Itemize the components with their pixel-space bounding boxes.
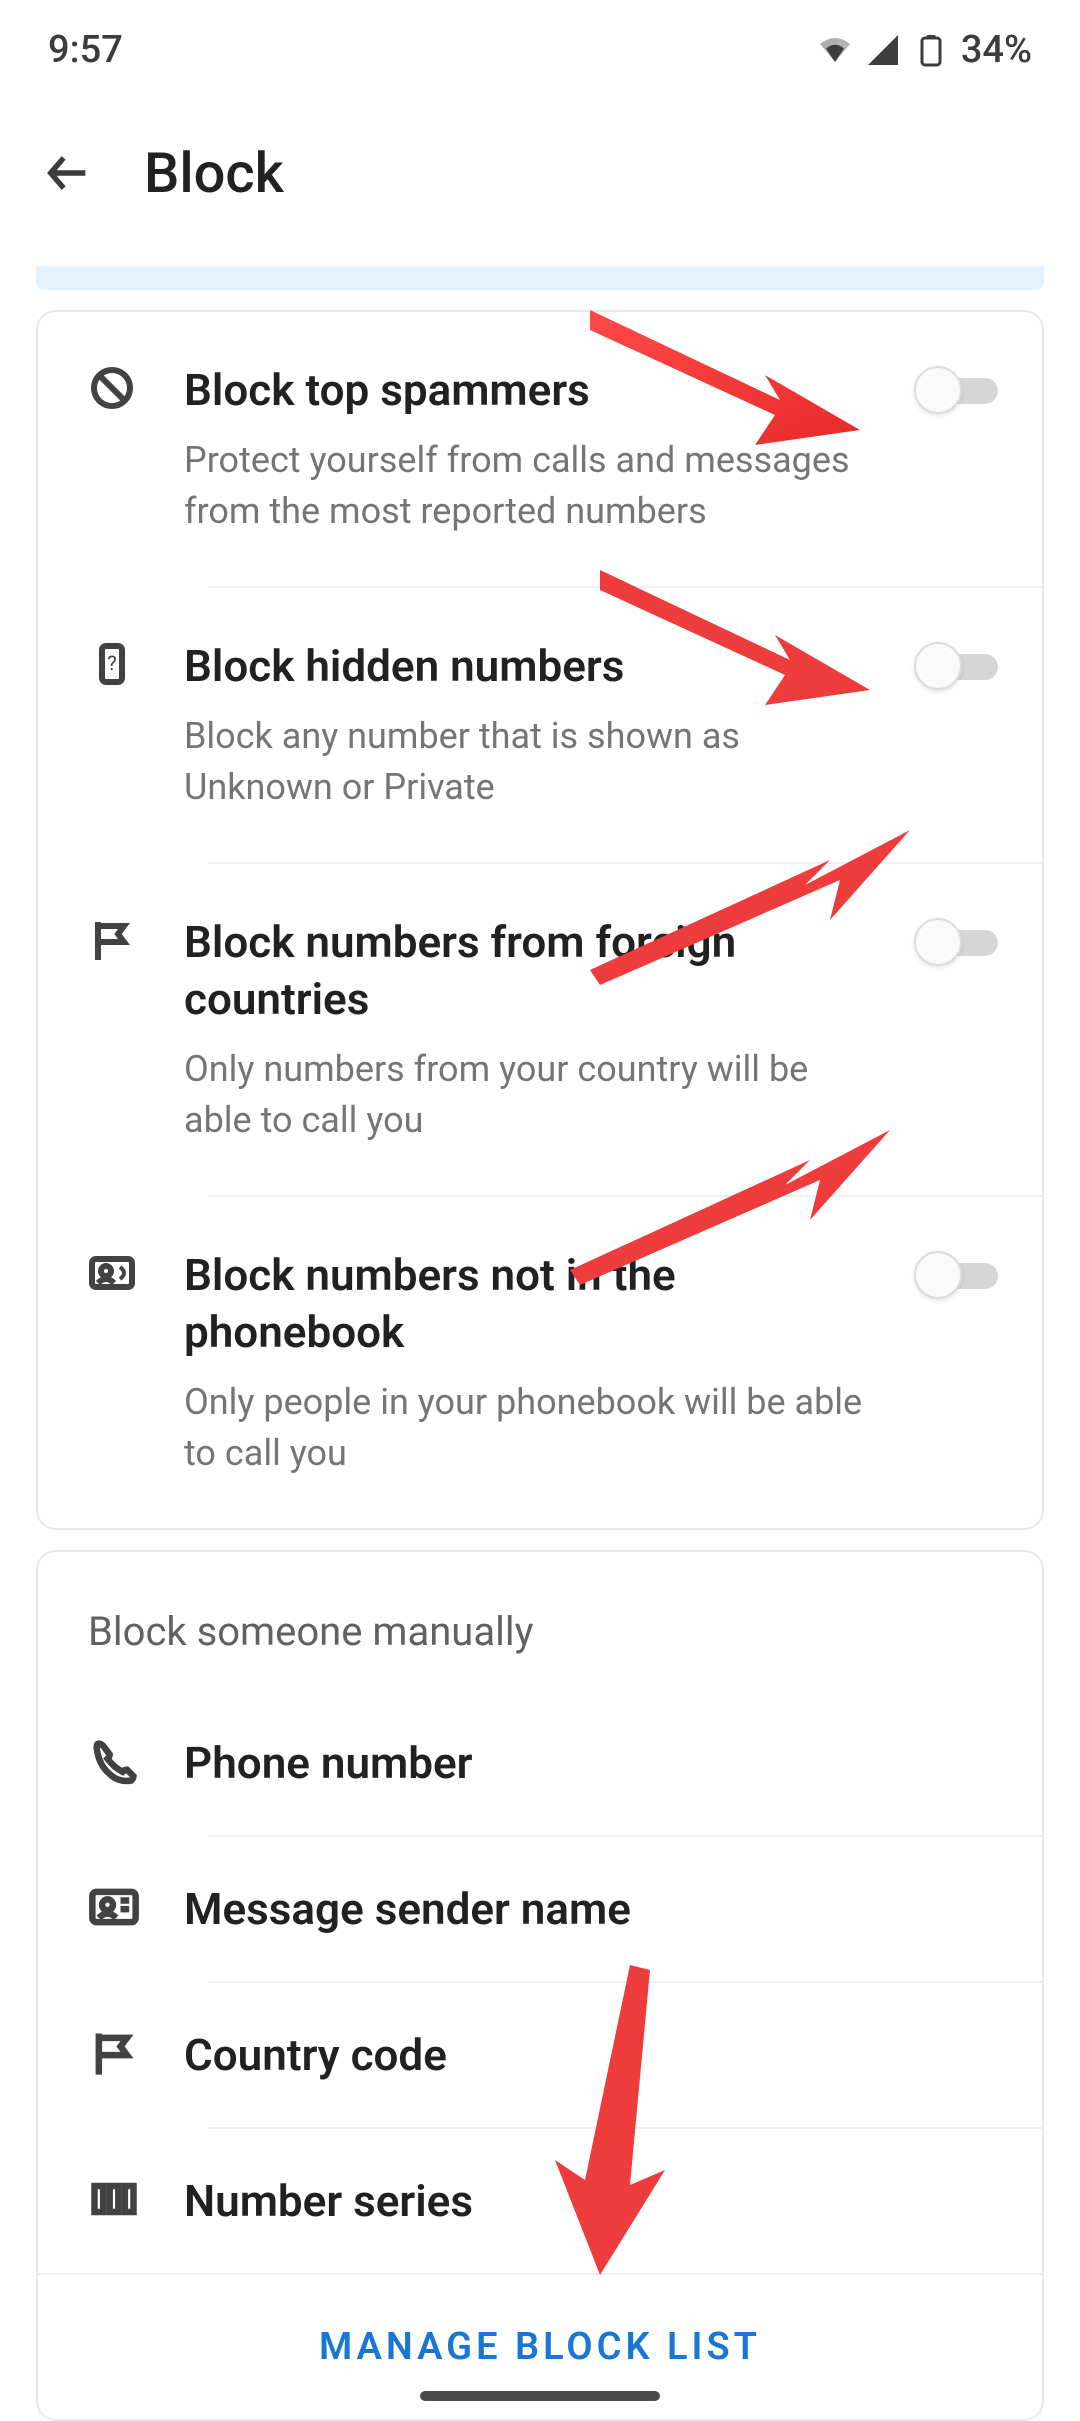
battery-percent: 34% [961, 28, 1032, 72]
block-icon [88, 364, 136, 412]
setting-block-top-spammers[interactable]: Block top spammers Protect yourself from… [38, 312, 1042, 586]
back-button[interactable] [40, 145, 96, 201]
signal-icon [865, 32, 901, 68]
phone-icon [88, 1735, 140, 1787]
toggle-block-top-spammers[interactable] [914, 368, 998, 412]
manual-number-series[interactable]: Number series [38, 2129, 1042, 2273]
flag-icon [88, 2027, 140, 2079]
manual-message-sender-name[interactable]: Message sender name [38, 1837, 1042, 1981]
manual-section-title: Block someone manually [38, 1552, 1042, 1691]
manage-block-list-label: MANAGE BLOCK LIST [319, 2325, 761, 2369]
toggle-block-hidden-numbers[interactable] [914, 644, 998, 688]
block-settings-card: Block top spammers Protect yourself from… [36, 310, 1044, 1530]
setting-title: Block top spammers [184, 362, 878, 419]
setting-title: Block numbers from foreign countries [184, 914, 878, 1028]
phone-unknown-icon: ? [88, 640, 136, 688]
manual-country-code[interactable]: Country code [38, 1983, 1042, 2127]
setting-description: Only people in your phonebook will be ab… [184, 1377, 878, 1478]
setting-description: Protect yourself from calls and messages… [184, 435, 878, 536]
block-manual-card: Block someone manually Phone number Mess… [36, 1550, 1044, 2421]
header: Block [0, 100, 1080, 266]
number-series-icon [88, 2173, 140, 2225]
setting-description: Only numbers from your country will be a… [184, 1044, 878, 1145]
setting-title: Block numbers not in the phonebook [184, 1247, 878, 1361]
contact-card-icon [88, 1881, 140, 1933]
manual-label: Message sender name [184, 1883, 631, 1935]
manual-label: Number series [184, 2175, 473, 2227]
info-banner-strip [36, 266, 1044, 290]
svg-text:?: ? [107, 651, 116, 675]
manual-label: Phone number [184, 1737, 473, 1789]
setting-block-hidden-numbers[interactable]: ? Block hidden numbers Block any number … [38, 588, 1042, 862]
flag-icon [88, 916, 136, 964]
manual-phone-number[interactable]: Phone number [38, 1691, 1042, 1835]
toggle-block-foreign-countries[interactable] [914, 920, 998, 964]
wifi-icon [817, 32, 853, 68]
contact-phone-icon [88, 1249, 136, 1297]
toggle-block-not-in-phonebook[interactable] [914, 1253, 998, 1297]
arrow-left-icon [42, 147, 94, 199]
battery-icon [913, 32, 949, 68]
setting-description: Block any number that is shown as Unknow… [184, 711, 878, 812]
status-bar: 9:57 34% [0, 0, 1080, 100]
page-title: Block [144, 140, 284, 206]
manual-label: Country code [184, 2029, 447, 2081]
setting-title: Block hidden numbers [184, 638, 878, 695]
setting-block-foreign-countries[interactable]: Block numbers from foreign countries Onl… [38, 864, 1042, 1195]
status-time: 9:57 [48, 28, 123, 72]
setting-block-not-in-phonebook[interactable]: Block numbers not in the phonebook Only … [38, 1197, 1042, 1528]
